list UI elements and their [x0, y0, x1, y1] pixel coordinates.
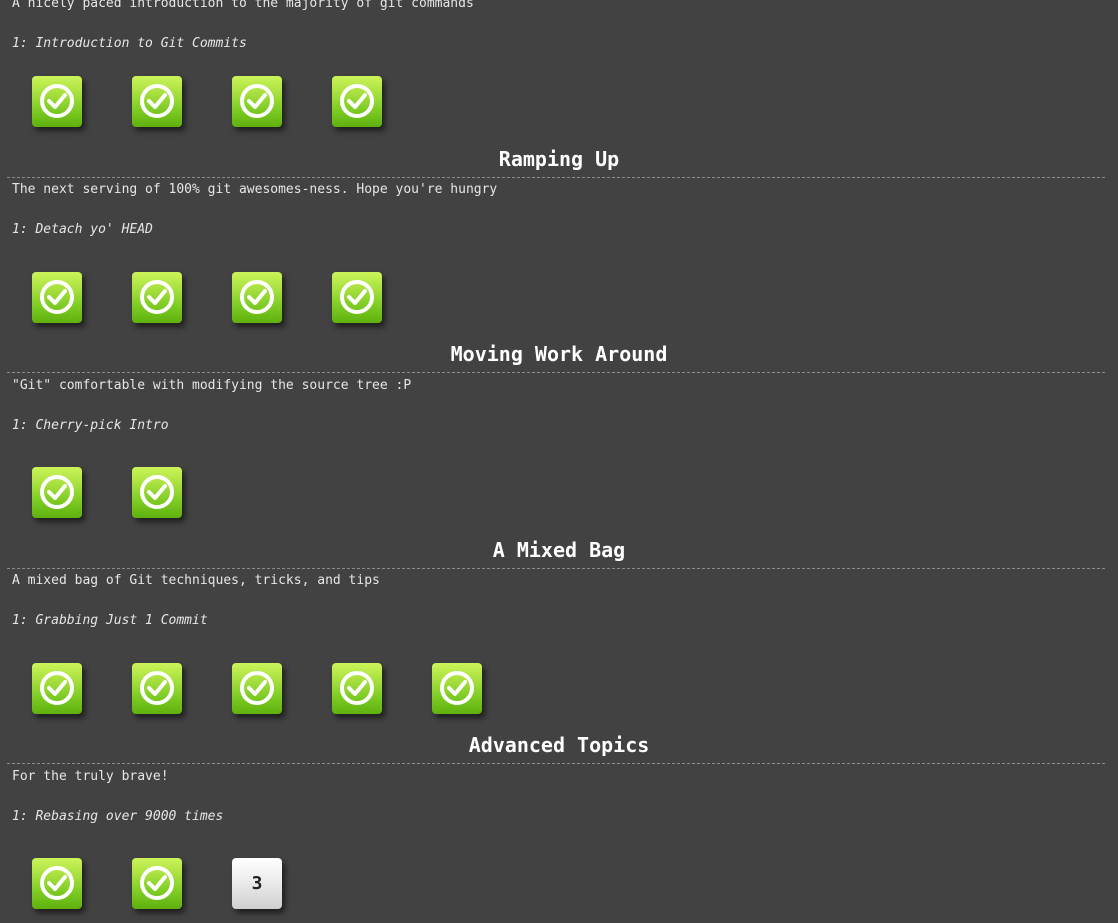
level-list: 3 — [0, 858, 1118, 909]
level-box-unsolved[interactable]: 3 — [232, 858, 282, 909]
level-list — [0, 76, 1118, 127]
check-circle-icon — [40, 475, 74, 509]
level-box[interactable] — [32, 858, 82, 909]
section-about: A mixed bag of Git techniques, tricks, a… — [12, 573, 380, 588]
level-box[interactable] — [132, 467, 182, 518]
section-mixed-bag: A Mixed Bag A mixed bag of Git technique… — [0, 538, 1118, 714]
check-circle-icon — [240, 280, 274, 314]
check-circle-icon — [340, 280, 374, 314]
level-box[interactable] — [32, 76, 82, 127]
check-circle-icon — [40, 866, 74, 900]
level-box[interactable] — [132, 663, 182, 714]
level-box[interactable] — [132, 76, 182, 127]
section-about: "Git" comfortable with modifying the sou… — [12, 378, 412, 393]
check-circle-icon — [40, 84, 74, 118]
check-circle-icon — [40, 280, 74, 314]
check-circle-icon — [240, 84, 274, 118]
section-title: A Mixed Bag — [492, 538, 626, 562]
level-box[interactable] — [332, 76, 382, 127]
level-list — [0, 467, 1118, 518]
level-box[interactable] — [32, 467, 82, 518]
section-level-name: 1: Grabbing Just 1 Commit — [12, 613, 208, 628]
level-box[interactable] — [332, 272, 382, 323]
check-circle-icon — [140, 84, 174, 118]
section-divider — [7, 568, 1105, 569]
check-circle-icon — [40, 671, 74, 705]
level-box[interactable] — [132, 858, 182, 909]
section-ramping-up: Ramping Up The next serving of 100% git … — [0, 147, 1118, 323]
section-about: For the truly brave! — [12, 769, 169, 784]
section-level-name: 1: Cherry-pick Intro — [12, 418, 169, 433]
section-about: A nicely paced introduction to the major… — [12, 0, 474, 11]
section-title: Ramping Up — [498, 147, 620, 171]
level-box[interactable] — [432, 663, 482, 714]
level-box[interactable] — [32, 663, 82, 714]
level-box[interactable] — [232, 76, 282, 127]
check-circle-icon — [440, 671, 474, 705]
section-title: Advanced Topics — [468, 733, 650, 757]
level-box[interactable] — [232, 663, 282, 714]
check-circle-icon — [240, 671, 274, 705]
check-circle-icon — [140, 866, 174, 900]
level-box[interactable] — [132, 272, 182, 323]
section-moving-work-around: Moving Work Around "Git" comfortable wit… — [0, 342, 1118, 518]
section-advanced-topics: Advanced Topics For the truly brave! 1: … — [0, 733, 1118, 909]
section-about: The next serving of 100% git awesomes-ne… — [12, 182, 498, 197]
section-level-name: 1: Rebasing over 9000 times — [12, 809, 224, 824]
section-divider — [7, 763, 1105, 764]
level-number: 3 — [251, 873, 263, 894]
check-circle-icon — [140, 475, 174, 509]
section-divider — [7, 372, 1105, 373]
section-level-name: 1: Introduction to Git Commits — [12, 36, 247, 51]
level-list — [0, 663, 1118, 714]
level-box[interactable] — [332, 663, 382, 714]
check-circle-icon — [140, 671, 174, 705]
section-divider — [7, 177, 1105, 178]
level-list — [0, 272, 1118, 323]
section-title: Moving Work Around — [450, 342, 668, 366]
level-box[interactable] — [232, 272, 282, 323]
check-circle-icon — [340, 671, 374, 705]
check-circle-icon — [340, 84, 374, 118]
section-level-name: 1: Detach yo' HEAD — [12, 222, 153, 237]
level-box[interactable] — [32, 272, 82, 323]
check-circle-icon — [140, 280, 174, 314]
